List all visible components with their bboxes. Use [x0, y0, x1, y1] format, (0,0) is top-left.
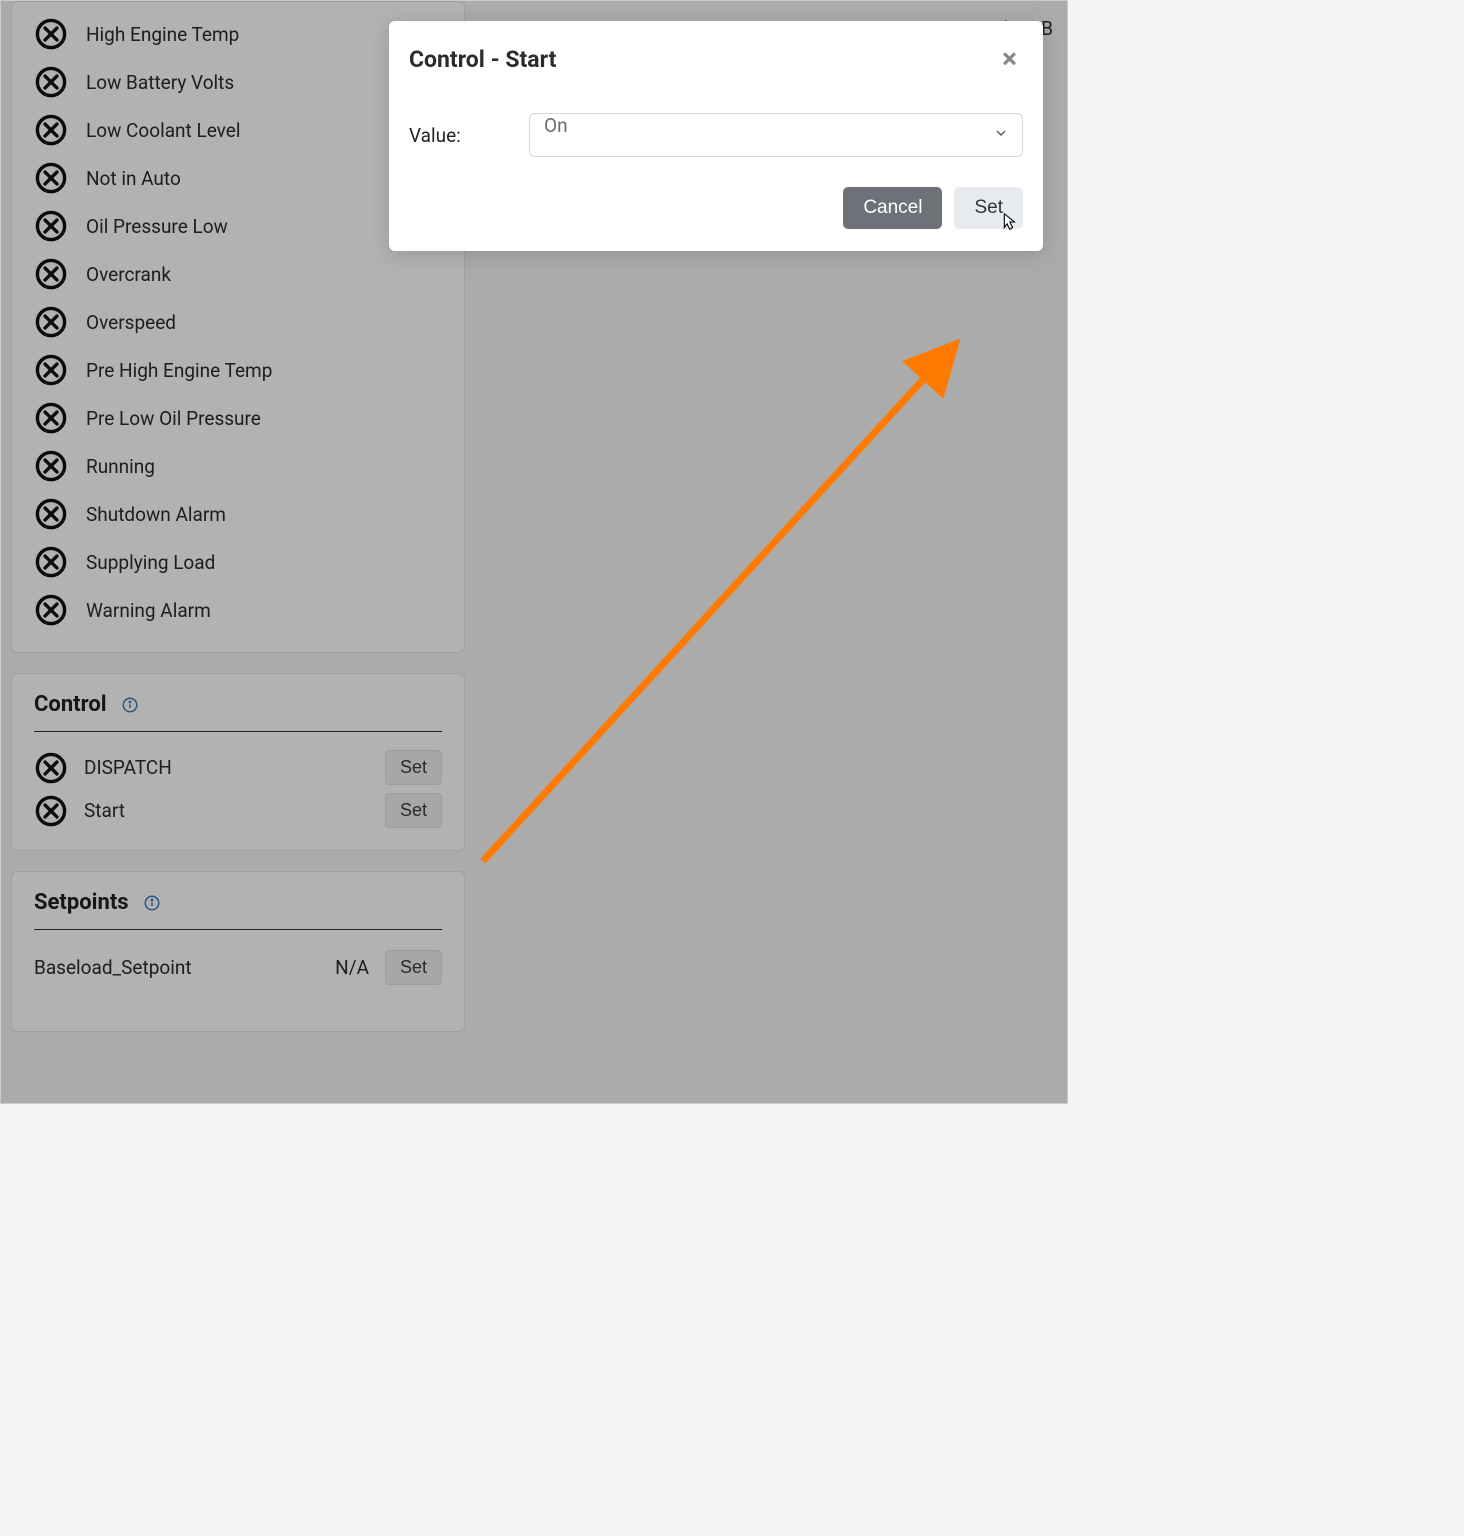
set-button[interactable]: Set — [954, 187, 1023, 229]
cancel-button-label: Cancel — [863, 197, 922, 218]
close-icon[interactable]: × — [1002, 45, 1017, 73]
modal-title: Control - Start — [409, 46, 556, 73]
value-select[interactable]: On — [529, 113, 1023, 157]
value-select-text: On — [544, 114, 568, 137]
set-button-label: Set — [974, 197, 1003, 218]
control-start-modal: Control - Start × Value: On Cancel Set — [389, 21, 1043, 251]
cancel-button[interactable]: Cancel — [843, 187, 942, 229]
value-label: Value: — [409, 124, 499, 147]
